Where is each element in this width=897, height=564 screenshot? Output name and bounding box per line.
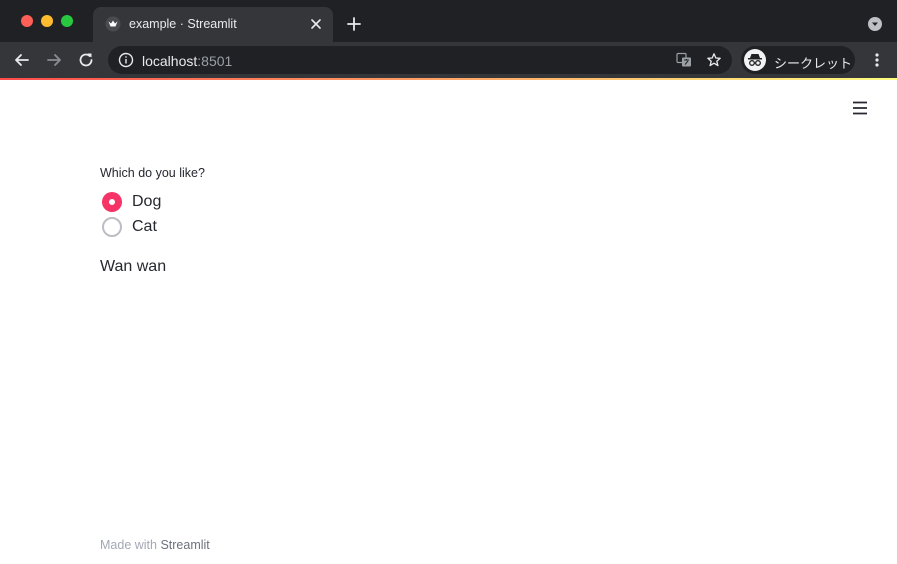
hamburger-icon[interactable] [851, 99, 869, 117]
info-icon[interactable] [118, 52, 134, 68]
radio-option-dog[interactable]: Dog [100, 191, 161, 213]
address-bar[interactable]: localhost:8501 [108, 46, 732, 74]
new-tab-icon[interactable] [344, 14, 364, 34]
incognito-label: シークレット [774, 56, 853, 71]
streamlit-crown-icon [105, 16, 121, 32]
radio-checked-icon[interactable] [102, 192, 122, 212]
footer-prefix: Made with [100, 538, 161, 552]
tab-search-icon[interactable] [867, 16, 883, 32]
radio-question-label: Which do you like? [100, 166, 205, 180]
footer: Made with Streamlit [100, 538, 210, 552]
back-icon[interactable] [12, 50, 32, 70]
window-maximize-button[interactable] [61, 15, 73, 27]
incognito-profile-button[interactable]: シークレット [741, 46, 855, 74]
window-minimize-button[interactable] [41, 15, 53, 27]
window-close-button[interactable] [21, 15, 33, 27]
radio-option-label: Dog [132, 193, 162, 210]
browser-tabstrip: example · Streamlit [0, 0, 897, 42]
tab-title: example · Streamlit [129, 17, 237, 31]
kebab-menu-icon[interactable] [869, 52, 885, 68]
radio-option-label: Cat [132, 218, 157, 235]
radio-option-cat[interactable]: Cat [100, 216, 157, 238]
reload-icon[interactable] [76, 50, 96, 70]
tab-close-icon[interactable] [307, 15, 325, 33]
forward-icon[interactable] [44, 50, 64, 70]
translate-icon[interactable] [676, 52, 692, 68]
browser-toolbar: localhost:8501 シークレット [0, 42, 897, 78]
radio-unchecked-icon[interactable] [102, 217, 122, 237]
output-text: Wan wan [100, 258, 167, 275]
url-text: localhost:8501 [142, 53, 233, 69]
incognito-icon [744, 49, 766, 71]
streamlit-link[interactable]: Streamlit [160, 538, 209, 552]
star-icon[interactable] [706, 52, 722, 68]
browser-tab[interactable]: example · Streamlit [93, 7, 333, 42]
streamlit-decoration-bar [0, 78, 897, 80]
